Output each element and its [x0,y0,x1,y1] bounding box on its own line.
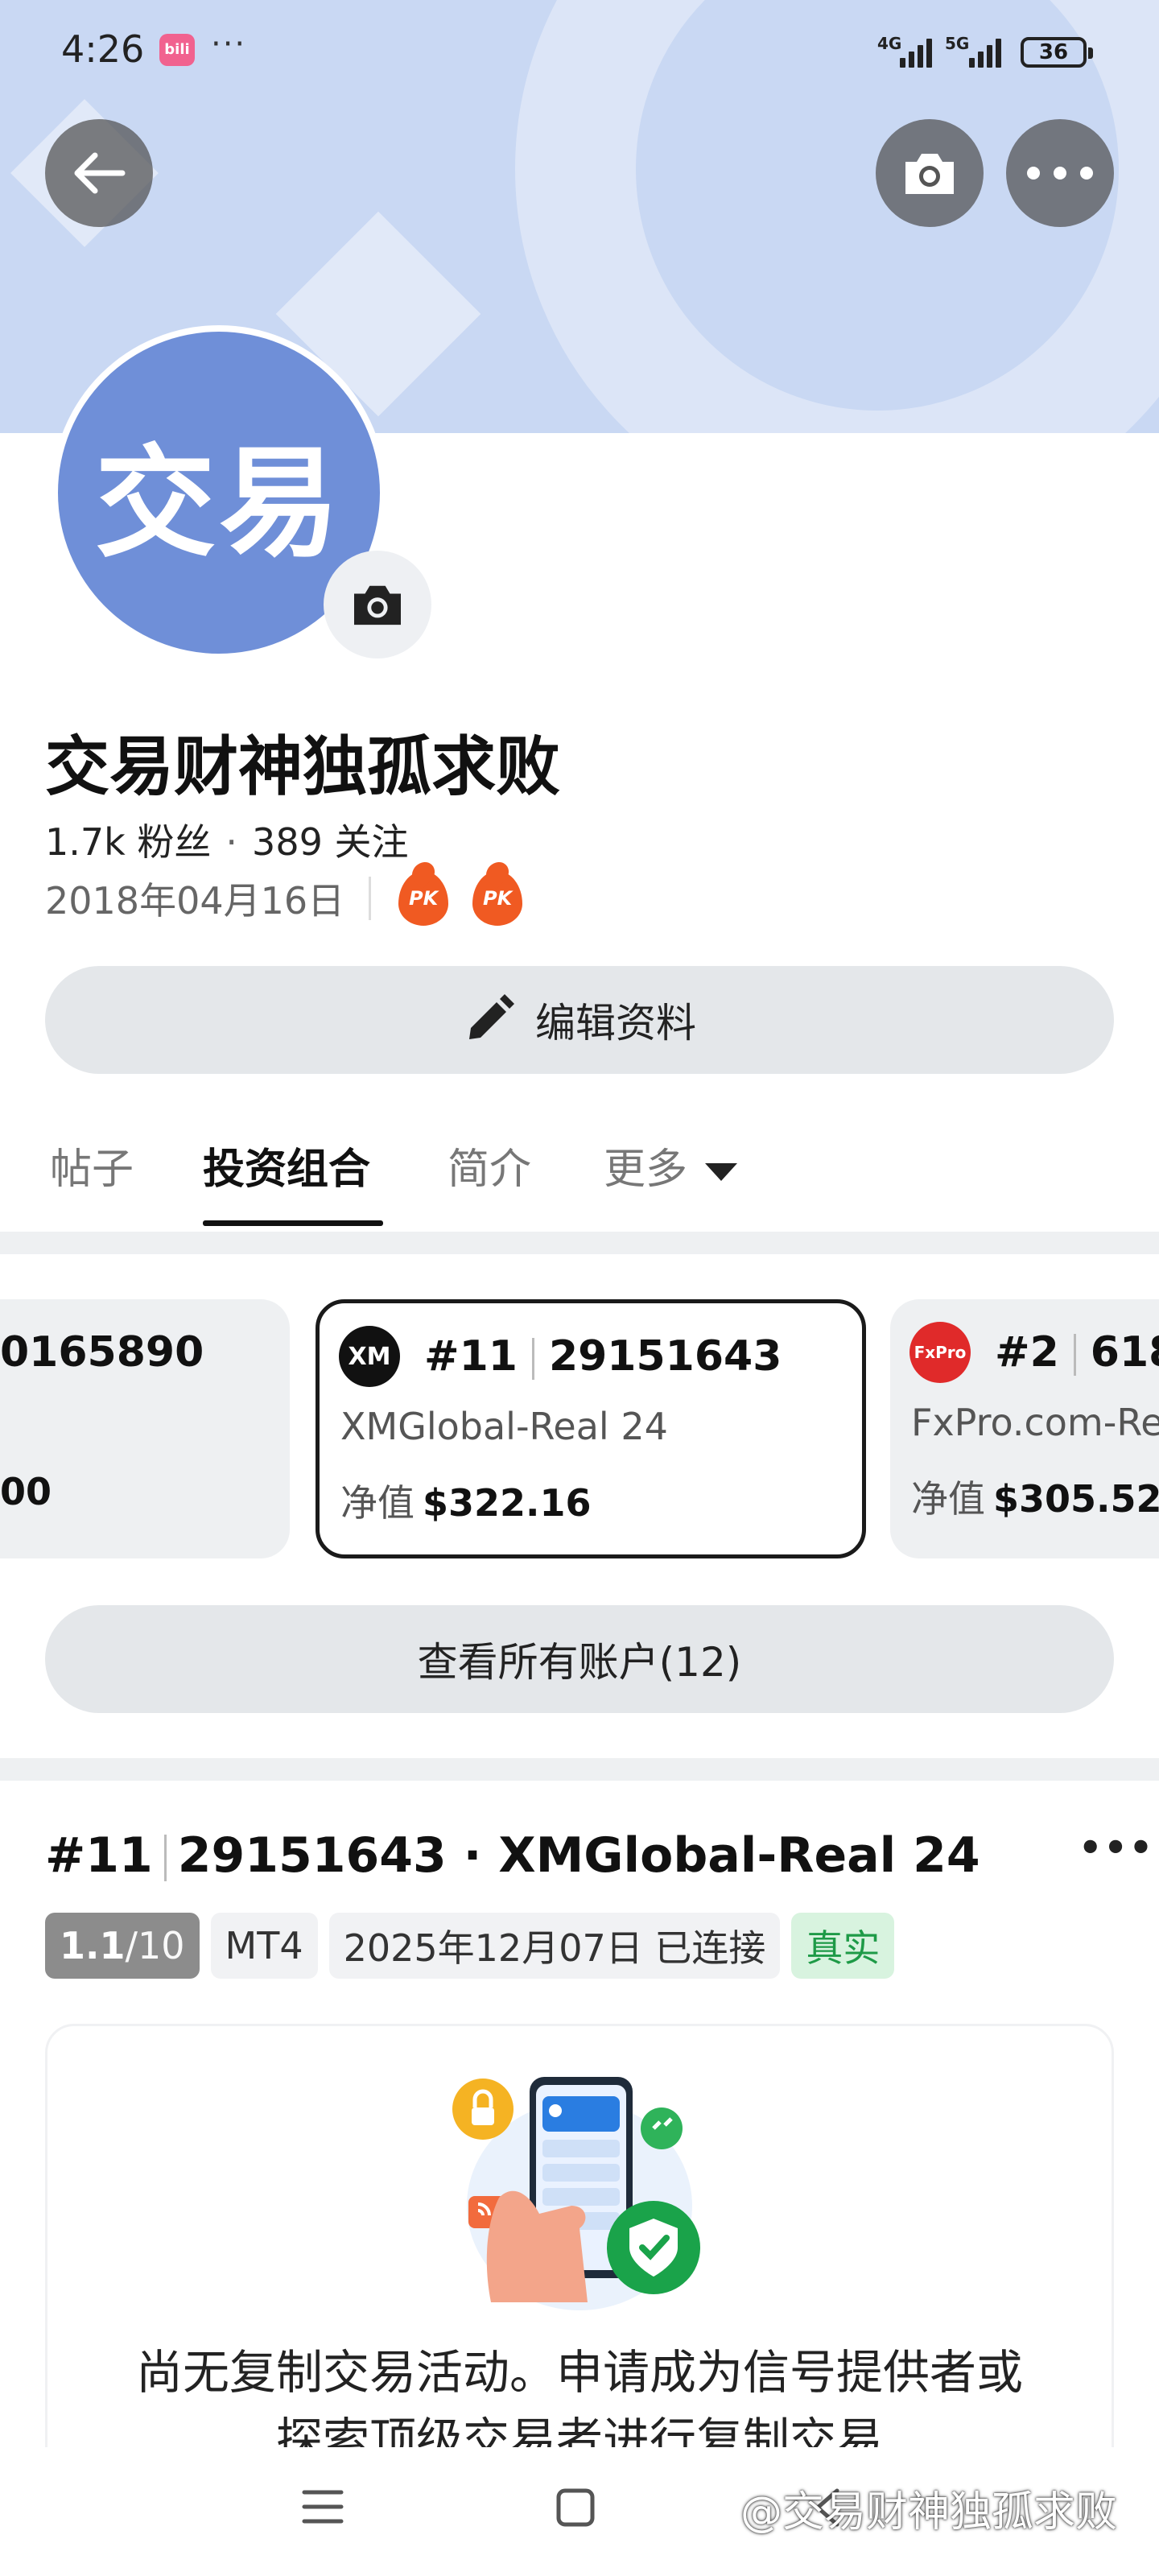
account-title: #11 29151643 [424,1332,782,1381]
follow-stats: 1.7k 粉丝 · 389 关注 [45,813,408,866]
edit-profile-button[interactable]: 编辑资料 [45,966,1114,1074]
network-5g-label: 5G [945,34,970,53]
active-tab-indicator [203,1220,383,1226]
pk-badge-icon[interactable]: PK [472,871,523,926]
separator-dot: · [225,820,238,864]
status-bar: 4:26 bili ··· 4G 5G 36 [0,0,1159,97]
account-name: 29151643 · XMGlobal-Real 24 [177,1827,980,1884]
account-number: 6186 [1090,1328,1159,1377]
tab-intro[interactable]: 简介 [448,1135,531,1195]
home-icon[interactable] [555,2487,596,2528]
section-divider [0,1758,1159,1781]
account-card[interactable]: 0165890 00 [0,1299,290,1558]
connected-date-tag: 2025年12月07日 已连接 [328,1913,781,1979]
join-date: 2018年04月16日 [45,879,345,923]
account-card[interactable]: FxPro #2 6186 FxPro.com-Re 净值$305.52 [890,1299,1159,1558]
tab-portfolio[interactable]: 投资组合 [203,1135,370,1195]
watermark-text: @交易财神独孤求败 [740,2488,1118,2537]
more-dots-icon [1027,167,1093,180]
account-equity: 00 [0,1470,52,1513]
menu-icon[interactable] [301,2487,344,2526]
account-number: 0165890 [0,1328,204,1377]
tab-intro-label: 简介 [448,1146,532,1194]
profile-name: 交易财神独孤求败 [45,729,560,804]
account-rank: #2 [995,1328,1059,1377]
divider [369,877,372,920]
tab-posts[interactable]: 帖子 [50,1135,134,1195]
pencil-icon [469,994,514,1039]
caret-down-icon [705,1163,738,1181]
account-server: FxPro.com-Re [911,1401,1159,1444]
account-rank: #11 [424,1332,518,1381]
profile-page: 4:26 bili ··· 4G 5G 36 交易 交易财神独孤求败 1.7k … [0,0,1159,2576]
network-4g-label: 4G [877,34,902,53]
xm-logo-icon: XM [339,1326,400,1387]
signal-icon [969,37,1001,68]
following-count[interactable]: 389 关注 [252,820,408,864]
back-button[interactable] [45,119,153,227]
copy-trading-illustration [452,2077,700,2310]
account-equity: 净值 $322.16 [340,1481,592,1525]
account-equity: 净值 $305.52 [911,1477,1159,1521]
followers-count[interactable]: 1.7k 粉丝 [45,820,211,864]
divider [163,1835,167,1882]
account-card-selected[interactable]: XM #11 29151643 XMGlobal-Real 24 净值 $322.1… [316,1299,866,1558]
camera-button[interactable] [876,119,984,227]
arrow-left-icon [74,152,126,194]
pk-badge-icon[interactable]: PK [398,871,449,926]
tab-more[interactable]: 更多 [604,1135,738,1195]
platform-tag: MT4 [210,1913,318,1979]
score-badge[interactable]: 1.1/10 [45,1913,200,1979]
empty-state-text: 尚无复制交易活动。申请成为信号提供者或 [135,2345,1023,2400]
edit-profile-label: 编辑资料 [535,1000,696,1046]
account-rank: #11 [45,1827,153,1884]
profile-tabs: 帖子 投资组合 简介 更多 [0,1111,1159,1232]
account-server: XMGlobal-Real 24 [340,1405,668,1448]
join-info: 2018年04月16日 PK PK [45,871,547,926]
more-notifications-icon: ··· [211,26,247,63]
account-title: #2 6186 [995,1328,1159,1377]
change-avatar-button[interactable] [324,551,431,658]
more-options-button[interactable] [1006,119,1114,227]
fxpro-logo-icon: FxPro [909,1322,971,1383]
battery-icon: 36 [1021,37,1093,68]
view-all-accounts-button[interactable]: 查看所有账户(12) [45,1605,1114,1713]
camera-icon [905,154,954,194]
account-detail-title: #11 29151643 · XMGlobal-Real 24 [45,1827,980,1884]
real-account-tag: 真实 [791,1913,895,1979]
camera-icon [354,585,401,625]
section-divider [0,1232,1159,1254]
tab-more-label: 更多 [604,1146,688,1194]
bilibili-icon: bili [159,34,195,66]
account-tags: 1.1/10 MT4 2025年12月07日 已连接 真实 [45,1913,895,1979]
signal-icon [900,37,932,68]
clock: 4:26 [61,27,145,71]
account-more-button[interactable]: ••• [1079,1826,1154,1869]
account-number: 29151643 [548,1332,782,1381]
avatar[interactable]: 交易 [52,325,431,660]
